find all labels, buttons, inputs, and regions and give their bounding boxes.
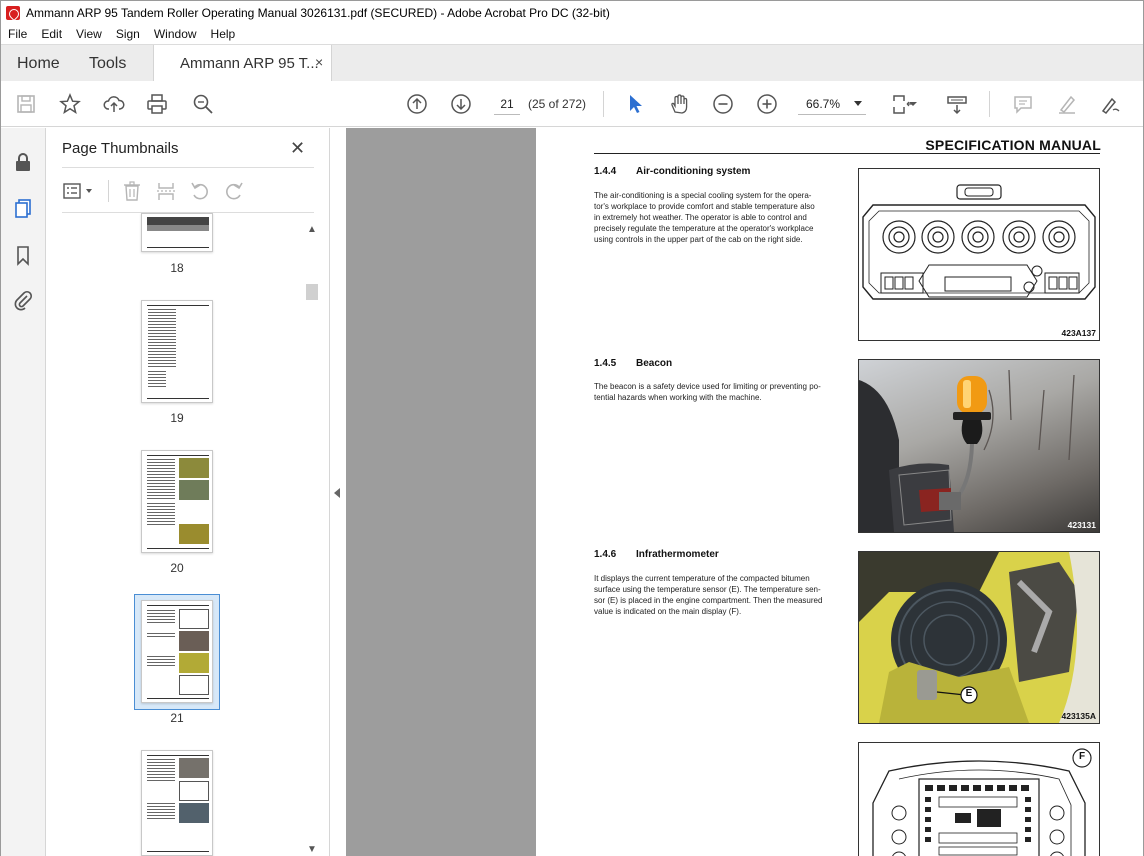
tab-bar: Home Tools Ammann ARP 95 T... ×: [1, 44, 1143, 82]
document-viewport[interactable]: SPECIFICATION MANUAL 1.4.4 Air-condition…: [346, 128, 1143, 856]
section-paragraph: It displays the current temperature of t…: [594, 574, 823, 616]
callout-f-label: F: [1078, 751, 1086, 762]
page-number-input[interactable]: 21: [494, 93, 520, 115]
bookmark-star-icon[interactable]: [58, 92, 82, 116]
zoom-in-icon[interactable]: [755, 92, 779, 116]
tab-document[interactable]: Ammann ARP 95 T... ×: [153, 45, 332, 82]
print-icon[interactable]: [145, 92, 169, 116]
section-number: 1.4.5: [594, 358, 617, 369]
toolbar-divider: [989, 91, 990, 117]
main-toolbar: 21 (25 of 272) 66.7%: [1, 81, 1143, 127]
extract-pages-icon[interactable]: [155, 180, 177, 202]
tab-tools[interactable]: Tools: [89, 55, 126, 73]
section-title: Beacon: [636, 358, 673, 369]
pdf-page: SPECIFICATION MANUAL 1.4.4 Air-condition…: [536, 128, 1143, 856]
scroll-up-icon[interactable]: ▲: [307, 224, 317, 235]
previous-page-icon[interactable]: [405, 92, 429, 116]
figure-ac-control-panel: 423A137: [858, 168, 1100, 341]
thumbnail-options-icon[interactable]: [62, 180, 96, 202]
select-cursor-icon[interactable]: [623, 92, 647, 116]
tab-home[interactable]: Home: [17, 55, 60, 73]
panel-divider: [62, 167, 314, 168]
menu-file[interactable]: File: [1, 27, 34, 41]
thumbnail-page[interactable]: [141, 300, 213, 403]
left-navigation-rail: [1, 128, 46, 856]
panel-splitter[interactable]: [329, 128, 346, 856]
tab-document-label: Ammann ARP 95 T...: [180, 55, 319, 72]
delete-trash-icon[interactable]: [121, 180, 143, 202]
thumbnail-page[interactable]: [141, 750, 213, 856]
page-header-title: SPECIFICATION MANUAL: [925, 137, 1101, 153]
page-count-label: (25 of 272): [528, 97, 587, 111]
rotate-left-icon[interactable]: [189, 180, 211, 202]
sign-pen-icon[interactable]: [1098, 92, 1122, 116]
zoom-search-icon[interactable]: [191, 92, 215, 116]
thumbnail-page-number: 20: [170, 561, 184, 575]
section-number: 1.4.6: [594, 549, 617, 560]
figure-code: 423A137: [1061, 328, 1096, 338]
figure-infrathermometer-photo: E 423135A: [858, 551, 1100, 724]
acrobat-logo-icon: [6, 5, 20, 20]
thumbnail-page-number: 18: [170, 261, 184, 275]
menu-sign[interactable]: Sign: [109, 27, 147, 41]
comment-icon[interactable]: [1011, 92, 1035, 116]
next-page-icon[interactable]: [449, 92, 473, 116]
thumbnail-page-number: 19: [170, 411, 184, 425]
thumbnails-scrollbar[interactable]: ▲ ▼: [304, 222, 320, 856]
figure-code: 423131: [1067, 520, 1096, 530]
section-paragraph: The air-conditioning is a special coolin…: [594, 191, 815, 244]
panel-close-icon[interactable]: ✕: [290, 138, 305, 159]
acrobat-window: Ammann ARP 95 Tandem Roller Operating Ma…: [0, 0, 1144, 856]
page-thumbnails-panel: Page Thumbnails ✕ 18 19 20 21 ▲ ▼: [46, 128, 329, 856]
page-thumbnails-icon[interactable]: [11, 196, 35, 220]
menu-edit[interactable]: Edit: [34, 27, 69, 41]
highlight-pen-icon[interactable]: [1055, 92, 1079, 116]
callout-e-label: E: [965, 688, 973, 699]
section-paragraph: The beacon is a safety device used for l…: [594, 382, 821, 402]
scroll-down-icon[interactable]: ▼: [307, 844, 317, 855]
menu-window[interactable]: Window: [147, 27, 204, 41]
save-icon[interactable]: [14, 92, 38, 116]
section-number: 1.4.4: [594, 166, 617, 177]
panel-toolbar-divider: [108, 180, 109, 202]
upload-cloud-icon[interactable]: [102, 92, 126, 116]
figure-main-display: F: [858, 742, 1100, 856]
scrollbar-thumb[interactable]: [306, 284, 318, 300]
title-bar: Ammann ARP 95 Tandem Roller Operating Ma…: [1, 1, 1143, 24]
figure-code: 423135A: [1061, 711, 1096, 721]
tab-close-icon[interactable]: ×: [315, 54, 323, 70]
hand-tool-icon[interactable]: [667, 92, 691, 116]
collapse-panel-icon[interactable]: [334, 488, 340, 498]
toolbar-divider: [603, 91, 604, 117]
lock-icon[interactable]: [11, 150, 35, 174]
menu-bar: File Edit View Sign Window Help: [1, 24, 1143, 44]
window-title: Ammann ARP 95 Tandem Roller Operating Ma…: [26, 5, 610, 20]
page-header-rule: [594, 153, 1100, 154]
rotate-right-icon[interactable]: [223, 180, 245, 202]
scroll-mode-icon[interactable]: [945, 92, 969, 116]
thumbnail-page[interactable]: [141, 213, 213, 252]
section-title: Air-conditioning system: [636, 166, 751, 177]
page-fit-dropdown-icon[interactable]: [907, 92, 919, 116]
thumbnail-page[interactable]: [141, 450, 213, 553]
chevron-down-icon: [854, 101, 862, 106]
panel-title: Page Thumbnails: [62, 140, 179, 157]
attachments-paperclip-icon[interactable]: [11, 288, 35, 312]
zoom-level-value: 66.7%: [806, 97, 841, 111]
thumbnail-page-number: 21: [170, 711, 184, 725]
figure-beacon-photo: 423131: [858, 359, 1100, 533]
bookmarks-icon[interactable]: [11, 243, 35, 267]
zoom-out-icon[interactable]: [711, 92, 735, 116]
section-title: Infrathermometer: [636, 549, 719, 560]
menu-help[interactable]: Help: [204, 27, 243, 41]
zoom-level-select[interactable]: 66.7%: [798, 93, 866, 115]
menu-view[interactable]: View: [69, 27, 109, 41]
thumbnail-page-selected[interactable]: [141, 600, 213, 703]
